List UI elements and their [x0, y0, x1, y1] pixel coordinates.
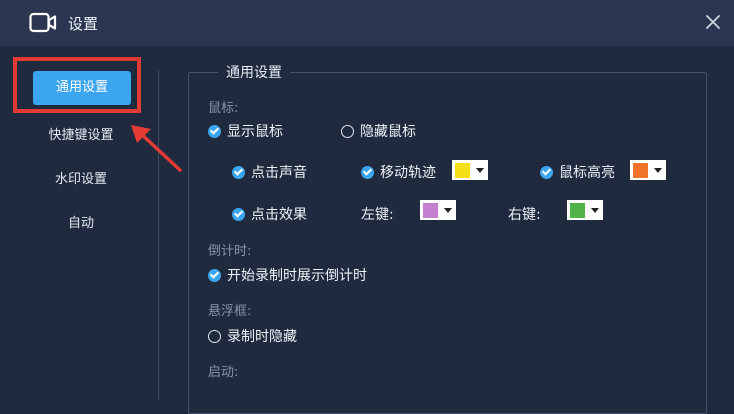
float-section-label: 悬浮框: — [208, 304, 252, 319]
show-countdown-option[interactable]: 开始录制时展示倒计时 — [208, 265, 367, 285]
chevron-down-icon — [476, 167, 484, 173]
highlight-box — [13, 57, 141, 113]
hide-cursor-option[interactable]: 隐藏鼠标 — [341, 121, 416, 141]
sidebar-item-watermark-settings[interactable]: 水印设置 — [20, 168, 142, 187]
click-sound-option[interactable]: 点击声音 — [232, 162, 307, 182]
chevron-down-icon — [654, 167, 662, 173]
checked-icon — [208, 124, 221, 138]
right-key-label: 右键: — [508, 207, 541, 223]
show-countdown-label: 开始录制时展示倒计时 — [227, 268, 367, 284]
sidebar-item-auto[interactable]: 自动 — [20, 212, 142, 231]
show-cursor-option[interactable]: 显示鼠标 — [208, 121, 283, 141]
checked-icon — [208, 268, 221, 282]
move-track-color-picker[interactable] — [452, 160, 488, 180]
color-swatch — [570, 202, 585, 218]
arrow-annotation — [131, 125, 182, 172]
color-swatch — [423, 202, 438, 218]
chevron-down-icon — [591, 207, 599, 213]
click-effect-option[interactable]: 点击效果 — [232, 204, 307, 224]
color-swatch — [455, 162, 470, 178]
cursor-highlight-label: 鼠标高亮 — [559, 165, 615, 181]
cursor-highlight-color-picker[interactable] — [630, 160, 666, 180]
color-swatch — [633, 162, 648, 178]
radio-unchecked-icon — [341, 124, 354, 138]
video-camera-icon — [29, 12, 57, 33]
mouse-section-label: 鼠标: — [208, 101, 239, 116]
checked-icon — [540, 165, 553, 179]
move-track-label: 移动轨迹 — [380, 165, 436, 181]
left-key-color-picker[interactable] — [420, 200, 456, 220]
checked-icon — [361, 165, 374, 179]
title-bar: 设置 — [0, 0, 734, 46]
right-key-color-picker[interactable] — [567, 200, 603, 220]
countdown-section-label: 倒计时: — [208, 244, 252, 259]
close-icon[interactable] — [704, 13, 722, 31]
startup-section-label: 启动: — [208, 365, 239, 380]
radio-unchecked-icon — [208, 329, 221, 343]
cursor-highlight-option[interactable]: 鼠标高亮 — [540, 162, 615, 182]
chevron-down-icon — [444, 207, 452, 213]
move-track-option[interactable]: 移动轨迹 — [361, 162, 436, 182]
group-title: 通用设置 — [218, 62, 290, 82]
show-cursor-label: 显示鼠标 — [227, 124, 283, 140]
hide-when-recording-option[interactable]: 录制时隐藏 — [208, 326, 297, 346]
click-effect-label: 点击效果 — [251, 207, 307, 223]
left-key-label: 左键: — [361, 207, 394, 223]
checked-icon — [232, 207, 245, 221]
hide-when-recording-label: 录制时隐藏 — [227, 329, 297, 345]
checked-icon — [232, 165, 245, 179]
hide-cursor-label: 隐藏鼠标 — [360, 124, 416, 140]
window-title: 设置 — [68, 15, 99, 33]
sidebar-item-hotkey-settings[interactable]: 快捷键设置 — [20, 124, 142, 143]
click-sound-label: 点击声音 — [251, 165, 307, 181]
